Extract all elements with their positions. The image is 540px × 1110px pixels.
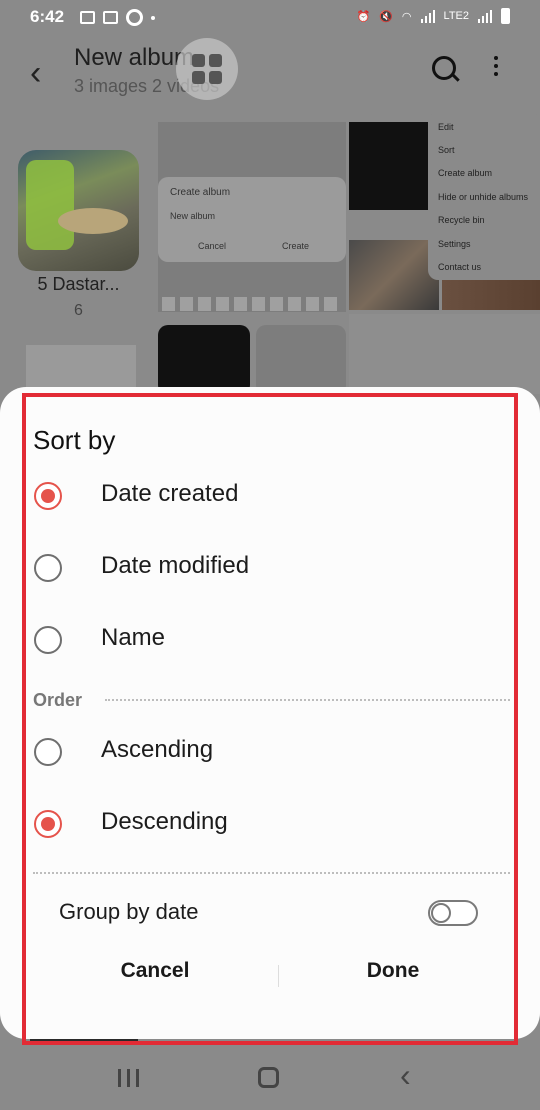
thumbnail-menu-item: Edit <box>438 122 454 132</box>
sort-option-label: Name <box>101 624 166 651</box>
notification-icons <box>80 9 155 26</box>
home-icon[interactable] <box>258 1067 279 1088</box>
image-thumbnail-3[interactable] <box>349 314 540 394</box>
sort-option-date-created[interactable]: Date created <box>0 476 540 536</box>
system-icons: ⏰ 🔇 ◠ LTE2 <box>356 8 510 24</box>
section-divider <box>33 872 510 874</box>
screenshot-thumbnail[interactable]: Create album New album Cancel Create <box>158 122 346 312</box>
alarm-icon: ⏰ <box>356 10 371 23</box>
thumbnail-menu-item: Settings <box>438 239 471 249</box>
order-section-label: Order <box>33 690 83 710</box>
album-thumbnail-2[interactable] <box>26 345 136 390</box>
thumbnail-menu: Edit Sort Create album Hide or unhide al… <box>428 112 540 280</box>
done-button[interactable]: Done <box>273 959 513 983</box>
recent-apps-icon[interactable] <box>118 1069 139 1087</box>
order-option-descending[interactable]: Descending <box>0 804 540 864</box>
grid-icon <box>192 54 222 84</box>
screenshot-thumbnail-2[interactable] <box>256 325 346 395</box>
album-name: 5 Dastar... <box>37 274 120 294</box>
more-notifications-icon <box>151 15 155 20</box>
video-thumbnail-2[interactable] <box>158 325 250 395</box>
youtube-notification-icon <box>103 11 118 24</box>
mute-icon: 🔇 <box>379 10 393 23</box>
signal-2-icon <box>478 9 492 23</box>
order-option-label: Ascending <box>101 736 214 763</box>
album-thumbnail[interactable] <box>18 150 139 271</box>
sort-option-label: Date created <box>101 480 239 507</box>
radio-selected-icon[interactable] <box>34 810 62 838</box>
cancel-button[interactable]: Cancel <box>35 959 275 983</box>
image-thumbnail-2[interactable] <box>442 280 540 310</box>
sheet-title: Sort by <box>33 425 116 455</box>
thumbnail-menu-item: Create album <box>438 168 493 178</box>
sort-option-label: Date modified <box>101 552 250 579</box>
sort-option-name[interactable]: Name <box>0 620 540 680</box>
group-by-date-toggle[interactable] <box>428 900 478 926</box>
grid-view-button[interactable] <box>176 38 238 100</box>
album-count: 6 <box>74 302 83 319</box>
sort-option-date-modified[interactable]: Date modified <box>0 548 540 608</box>
status-time: 6:42 <box>30 7 65 26</box>
radio-selected-icon[interactable] <box>34 482 62 510</box>
order-option-ascending[interactable]: Ascending <box>0 732 540 792</box>
navigation-bar: ‹ <box>0 1045 540 1110</box>
radio-unselected-icon[interactable] <box>34 554 62 582</box>
thumbnail-dialog-create: Create <box>282 241 310 251</box>
group-by-date-label: Group by date <box>59 899 199 924</box>
radio-unselected-icon[interactable] <box>34 626 62 654</box>
thumbnail-menu-item: Hide or unhide albums <box>438 192 529 202</box>
search-icon[interactable] <box>432 56 456 80</box>
thumbnail-dialog: Create album New album Cancel Create <box>158 177 346 262</box>
thumbnail-menu-item: Contact us <box>438 262 482 272</box>
section-divider <box>105 699 510 701</box>
image-thumbnail[interactable] <box>349 240 439 310</box>
more-vert-icon[interactable] <box>494 56 498 76</box>
back-icon[interactable]: ‹ <box>30 56 41 90</box>
nav-back-icon[interactable]: ‹ <box>400 1059 411 1091</box>
gallery-notification-icon <box>80 11 95 24</box>
thumbnail-dialog-cancel: Cancel <box>198 241 227 251</box>
app-notification-icon <box>126 9 143 26</box>
status-bar: 6:42 ⏰ 🔇 ◠ LTE2 <box>0 0 540 36</box>
network-label: LTE2 <box>443 10 469 22</box>
sort-bottom-sheet: Sort by Date created Date modified Name … <box>0 387 540 1039</box>
thumbnail-keyboard <box>162 297 337 311</box>
video-thumbnail[interactable] <box>349 122 429 210</box>
thumbnail-dialog-field: New album <box>170 211 216 221</box>
radio-unselected-icon[interactable] <box>34 738 62 766</box>
thumbnail-dialog-title: Create album <box>170 187 231 198</box>
app-header: ‹ New album 3 images 2 videos <box>0 36 540 116</box>
battery-icon <box>501 8 510 24</box>
wifi-icon: ◠ <box>401 10 412 23</box>
order-option-label: Descending <box>101 808 228 835</box>
signal-icon <box>420 9 435 23</box>
thumbnail-menu-item: Recycle bin <box>438 215 485 225</box>
thumbnail-menu-item: Sort <box>438 145 455 155</box>
